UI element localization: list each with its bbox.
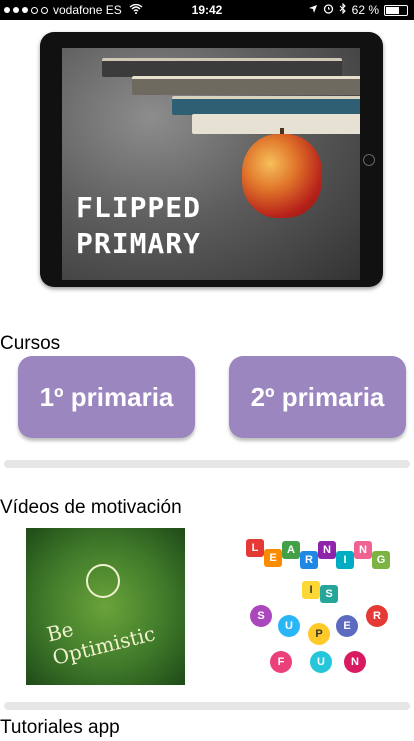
status-bar: vodafone ES 19:42 62 % (0, 0, 414, 20)
letter-tile: E (264, 549, 282, 567)
letter-ball: S (250, 605, 272, 627)
letter-ball: U (310, 651, 332, 673)
letter-ball: U (278, 615, 300, 637)
letter-tile: A (282, 541, 300, 559)
letter-tile: R (300, 551, 318, 569)
video-thumb-optimistic[interactable]: Be Optimistic (26, 528, 185, 685)
video-thumb-learning-fun[interactable]: L E A R N I N G I S S U P E R F U N (240, 535, 400, 680)
location-icon (308, 3, 318, 17)
hero-banner: FLIPPED PRIMARY (40, 32, 383, 287)
battery-icon (384, 4, 408, 16)
hero-screen: FLIPPED PRIMARY (62, 48, 360, 280)
bluetooth-icon (339, 2, 347, 17)
home-button-icon (363, 154, 375, 166)
lightbulb-icon (86, 564, 120, 598)
hero-title: FLIPPED PRIMARY (76, 191, 202, 260)
section-divider (4, 460, 410, 468)
letter-tile: S (320, 585, 338, 603)
letter-tile: I (302, 581, 320, 599)
letter-ball: N (344, 651, 366, 673)
videos-title: Vídeos de motivación (0, 497, 182, 518)
video-caption: Be Optimistic (44, 616, 158, 670)
letter-tile: N (318, 541, 336, 559)
letter-ball: E (336, 615, 358, 637)
alarm-icon (323, 3, 334, 17)
battery-label: 62 % (351, 3, 379, 17)
letter-ball: P (308, 623, 330, 645)
book-shape (192, 114, 360, 134)
course-1-button[interactable]: 1º primaria (18, 356, 195, 438)
course-2-button[interactable]: 2º primaria (229, 356, 406, 438)
letter-ball: R (366, 605, 388, 627)
section-divider (4, 702, 410, 710)
letter-tile: G (372, 551, 390, 569)
letter-ball: F (270, 651, 292, 673)
book-shape (172, 96, 360, 115)
book-shape (132, 76, 360, 95)
book-shape (102, 58, 342, 77)
letter-tile: N (354, 541, 372, 559)
apple-image (242, 134, 322, 218)
courses-title: Cursos (0, 333, 61, 354)
letter-tile: I (336, 551, 354, 569)
status-right: 62 % (308, 2, 408, 17)
letter-tile: L (246, 539, 264, 557)
tutorials-title: Tutoriales app (0, 717, 120, 738)
